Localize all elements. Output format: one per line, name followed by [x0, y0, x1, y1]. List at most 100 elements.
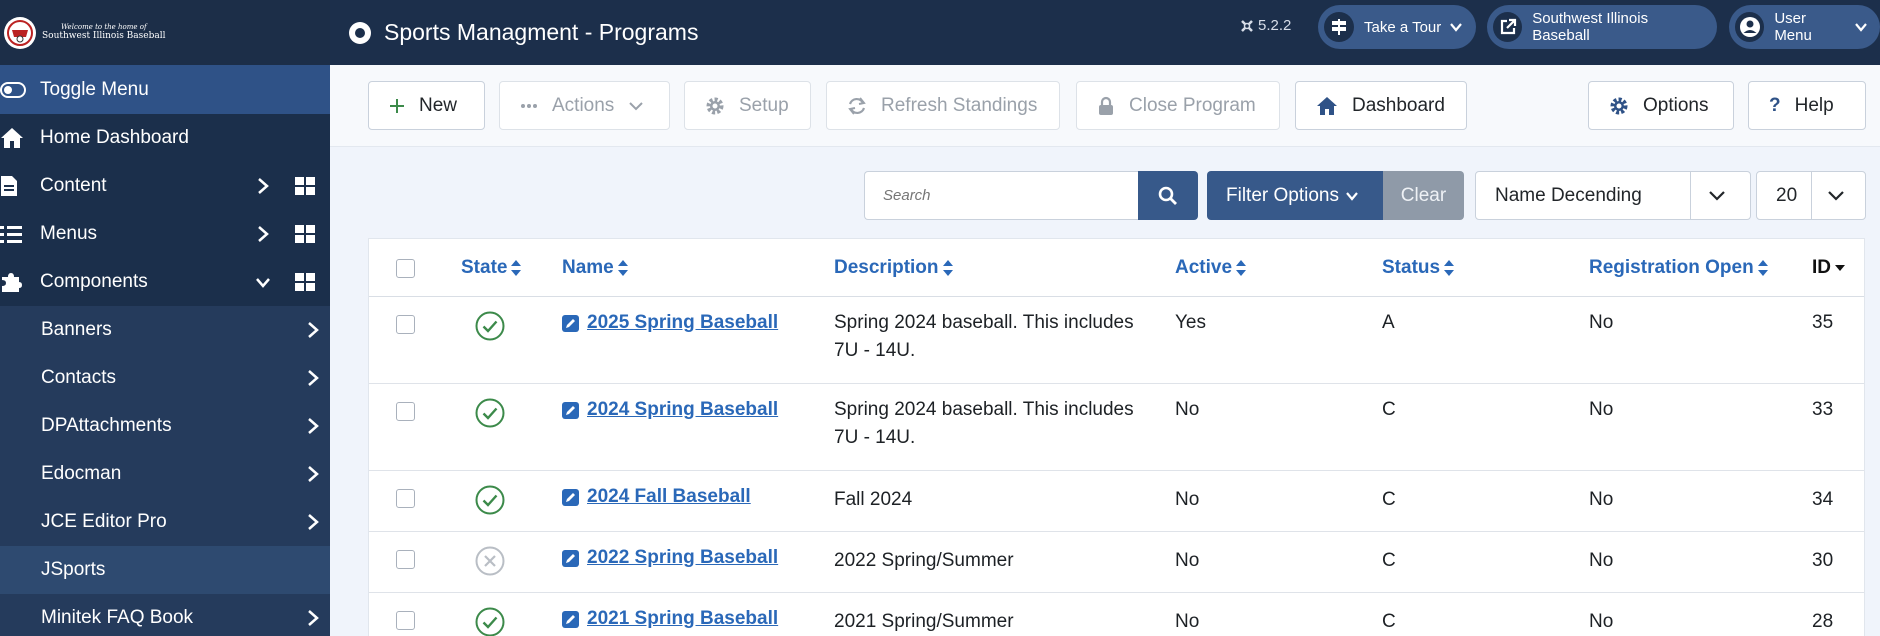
sort-desc-icon: [1834, 263, 1846, 273]
row-checkbox[interactable]: [396, 402, 415, 421]
limit-select[interactable]: 20: [1756, 171, 1866, 220]
actions-button[interactable]: Actions: [499, 81, 670, 130]
row-checkbox[interactable]: [396, 550, 415, 569]
program-name-link[interactable]: 2022 Spring Baseball: [562, 547, 778, 569]
chevron-right-icon[interactable]: [254, 176, 272, 196]
table-header-row: State Name Description Active Status Reg…: [369, 239, 1864, 297]
chevron-right-icon[interactable]: [304, 608, 322, 628]
description-line1: 2021 Spring/Summer: [834, 611, 1014, 632]
sidebar-item-home-dashboard[interactable]: Home Dashboard: [0, 114, 330, 162]
program-name-link[interactable]: 2021 Spring Baseball: [562, 608, 778, 630]
chevron-down-icon: [1449, 21, 1463, 33]
table-row: 2024 Spring Baseball Spring 2024 basebal…: [369, 384, 1864, 471]
filter-options-button[interactable]: Filter Options: [1207, 171, 1383, 220]
published-check-icon[interactable]: [475, 311, 505, 341]
refresh-standings-button[interactable]: Refresh Standings: [826, 81, 1060, 130]
sort-id-header[interactable]: ID: [1812, 257, 1846, 279]
published-check-icon[interactable]: [475, 398, 505, 428]
select-divider: [1811, 172, 1812, 219]
sidebar-subitem-jce-editor-pro[interactable]: JCE Editor Pro: [0, 498, 330, 546]
sort-select[interactable]: Name Decending: [1475, 171, 1751, 220]
sidebar-subitem-label: Contacts: [41, 367, 116, 388]
row-checkbox[interactable]: [396, 315, 415, 334]
row-checkbox[interactable]: [396, 611, 415, 630]
sidebar-item-label: Content: [40, 175, 107, 196]
actions-label: Actions: [552, 94, 615, 116]
program-name: 2025 Spring Baseball: [587, 312, 779, 333]
program-name-link[interactable]: 2024 Spring Baseball: [562, 399, 778, 421]
program-id: 28: [1812, 611, 1834, 632]
header: Sports Managment - Programs 5.2.2 Take a…: [330, 0, 1880, 65]
dashboard-button[interactable]: Dashboard: [1295, 81, 1467, 130]
setup-button[interactable]: Setup: [684, 81, 811, 130]
new-button[interactable]: New: [368, 81, 485, 130]
sidebar-item-menus[interactable]: Menus: [0, 210, 330, 258]
sidebar-subitem-minitek-faq-book[interactable]: Minitek FAQ Book: [0, 594, 330, 636]
grid-icon[interactable]: [294, 176, 316, 196]
program-description: 2022 Spring/Summer: [834, 547, 1014, 575]
take-a-tour-button[interactable]: Take a Tour: [1318, 5, 1476, 49]
sort-state-header[interactable]: State: [461, 257, 522, 279]
sidebar-subitem-jsports[interactable]: JSports: [0, 546, 330, 594]
toggle-menu[interactable]: Toggle Menu: [0, 65, 330, 114]
external-link-icon: [1493, 12, 1523, 42]
document-icon: [0, 174, 26, 198]
site-link-button[interactable]: Southwest Illinois Baseball: [1487, 5, 1717, 49]
sort-name-header[interactable]: Name: [562, 257, 629, 279]
header-label: Name: [562, 257, 614, 278]
sort-description-header[interactable]: Description: [834, 257, 954, 279]
chevron-right-icon[interactable]: [254, 224, 272, 244]
search-button[interactable]: [1138, 171, 1198, 220]
grid-icon[interactable]: [294, 224, 316, 244]
search-group: [864, 171, 1198, 220]
clear-button[interactable]: Clear: [1383, 171, 1464, 220]
user-menu-button[interactable]: User Menu: [1729, 5, 1880, 49]
brand[interactable]: Welcome to the home of Southwest Illinoi…: [0, 0, 330, 65]
sidebar-item-components[interactable]: Components: [0, 258, 330, 306]
sidebar-subitem-edocman[interactable]: Edocman: [0, 450, 330, 498]
published-check-icon[interactable]: [475, 485, 505, 515]
header-label: ID: [1812, 257, 1831, 278]
description-line1: Fall 2024: [834, 489, 913, 510]
program-status: C: [1382, 550, 1396, 571]
program-name-link[interactable]: 2025 Spring Baseball: [562, 312, 778, 334]
sidebar-subitem-banners[interactable]: Banners: [0, 306, 330, 354]
signpost-icon: [1324, 12, 1354, 42]
table-row: 2025 Spring Baseball Spring 2024 basebal…: [369, 297, 1864, 384]
chevron-right-icon[interactable]: [304, 416, 322, 436]
sort-status-header[interactable]: Status: [1382, 257, 1455, 279]
header-label: Status: [1382, 257, 1441, 278]
brand-text: Welcome to the home of Southwest Illinoi…: [42, 23, 166, 43]
search-input[interactable]: [864, 171, 1138, 220]
chevron-right-icon[interactable]: [304, 512, 322, 532]
published-check-icon[interactable]: [475, 607, 505, 636]
sort-registration-header[interactable]: Registration Open: [1589, 257, 1769, 279]
help-button[interactable]: ? Help: [1748, 81, 1866, 130]
grid-icon[interactable]: [294, 272, 316, 292]
program-registration: No: [1589, 312, 1614, 333]
options-button[interactable]: Options: [1588, 81, 1734, 130]
unpublished-x-icon[interactable]: [475, 546, 505, 576]
select-all-checkbox[interactable]: [396, 259, 415, 278]
edit-icon: [562, 314, 579, 332]
chevron-right-icon[interactable]: [304, 320, 322, 340]
chevron-right-icon[interactable]: [304, 464, 322, 484]
program-name-link[interactable]: 2024 Fall Baseball: [562, 486, 751, 508]
sidebar-item-content[interactable]: Content: [0, 162, 330, 210]
program-active: Yes: [1175, 312, 1206, 333]
chevron-down-icon[interactable]: [254, 272, 272, 292]
sort-icon: [942, 259, 954, 277]
sidebar-subitem-contacts[interactable]: Contacts: [0, 354, 330, 402]
sort-active-header[interactable]: Active: [1175, 257, 1247, 279]
program-description: Spring 2024 baseball. This includes 7U -…: [834, 309, 1134, 365]
description-line1: Spring 2024 baseball. This includes: [834, 312, 1134, 333]
chevron-down-icon: [1708, 188, 1726, 202]
row-checkbox[interactable]: [396, 489, 415, 508]
program-active: No: [1175, 611, 1200, 632]
chevron-right-icon[interactable]: [304, 368, 322, 388]
program-status: C: [1382, 611, 1396, 632]
joomla-icon: [1240, 19, 1254, 33]
close-program-button[interactable]: Close Program: [1076, 81, 1280, 130]
sort-icon: [510, 259, 522, 277]
sidebar-subitem-dpattachments[interactable]: DPAttachments: [0, 402, 330, 450]
